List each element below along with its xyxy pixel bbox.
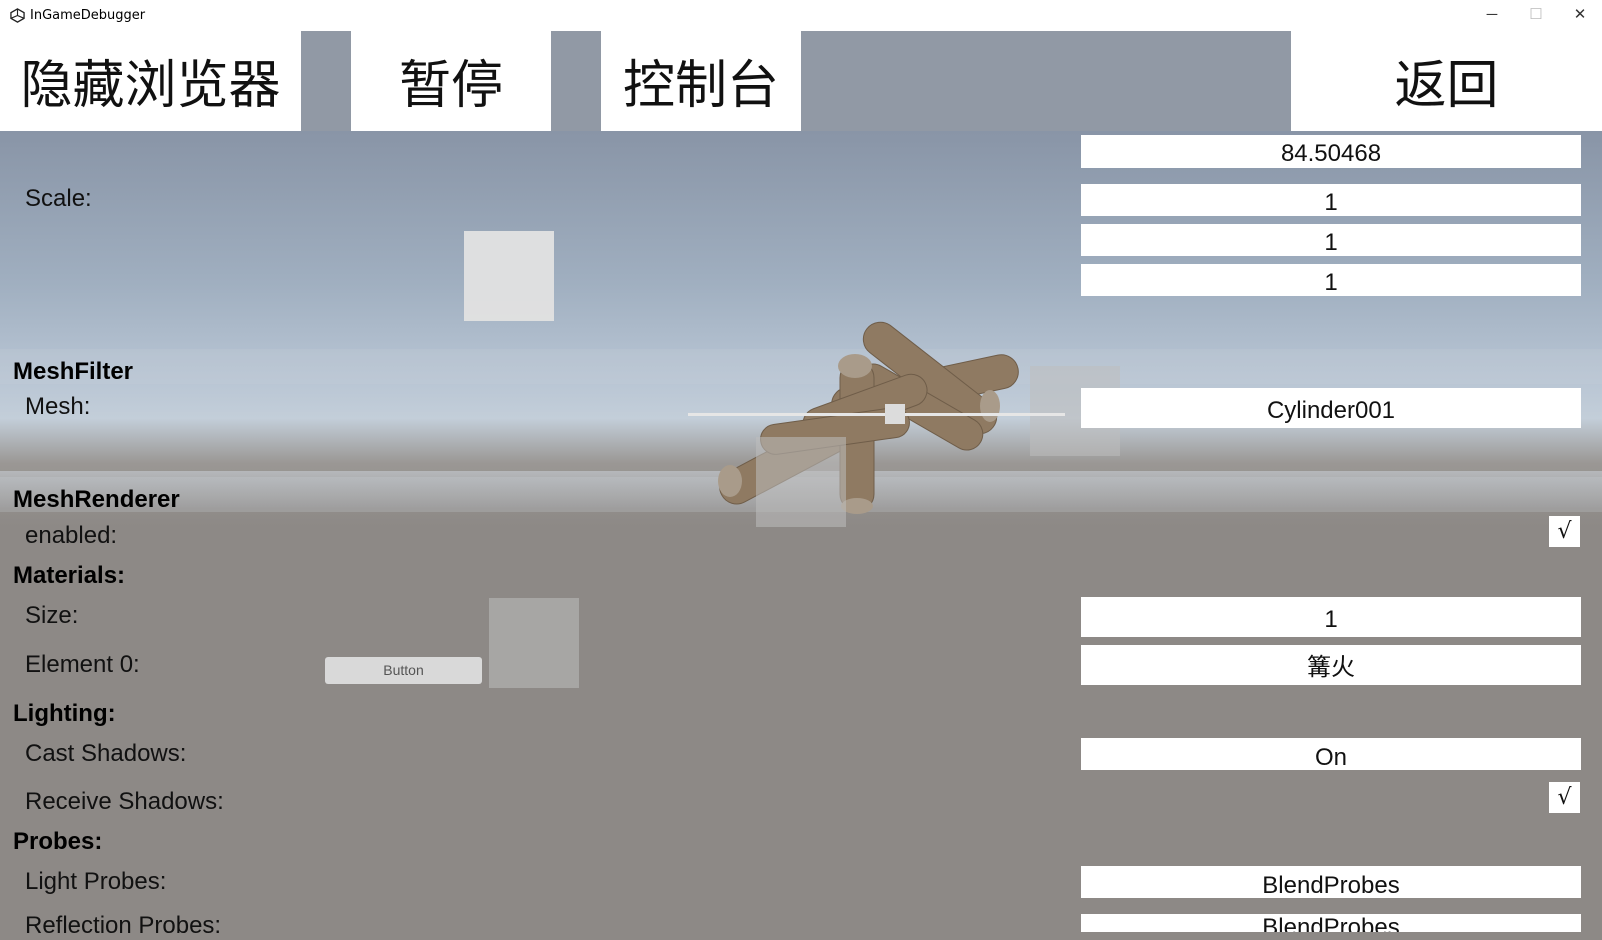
receive-shadows-label: Receive Shadows: xyxy=(25,788,224,815)
campfire-logs-model xyxy=(718,321,1019,514)
element0-label: Element 0: xyxy=(25,651,140,678)
slider-track[interactable] xyxy=(688,413,1065,416)
light-probes-field[interactable]: BlendProbes xyxy=(1081,866,1581,899)
mesh-label: Mesh: xyxy=(25,393,91,420)
back-button[interactable]: 返回 xyxy=(1291,31,1602,131)
hide-browser-button[interactable]: 隐藏浏览器 xyxy=(0,31,301,131)
element0-field[interactable]: 篝火 xyxy=(1081,645,1581,685)
pause-button[interactable]: 暂停 xyxy=(351,31,551,131)
size-label: Size: xyxy=(25,602,79,629)
lighting-header: Lighting: xyxy=(13,700,116,727)
unity-logo-icon xyxy=(10,8,25,23)
cast-shadows-field[interactable]: On xyxy=(1081,738,1581,771)
preview-square xyxy=(464,231,554,321)
reflection-probes-field[interactable]: BlendProbes xyxy=(1081,914,1581,932)
size-field[interactable]: 1 xyxy=(1081,597,1581,637)
console-button[interactable]: 控制台 xyxy=(601,31,801,131)
rotation-field[interactable]: 84.50468 xyxy=(1081,135,1581,168)
toolbar-spacer xyxy=(551,31,601,131)
slider-handle[interactable] xyxy=(885,404,905,424)
close-button[interactable]: ✕ xyxy=(1568,4,1592,26)
element0-button[interactable]: Button xyxy=(325,657,482,684)
toolbar-spacer xyxy=(301,31,351,131)
window-title-bar: InGameDebugger ─ ☐ ✕ xyxy=(0,0,1602,32)
reflection-probes-label: Reflection Probes: xyxy=(25,912,222,939)
scale-z-field[interactable]: 1 xyxy=(1081,264,1581,296)
mesh-field[interactable]: Cylinder001 xyxy=(1081,388,1581,428)
cast-shadows-label: Cast Shadows: xyxy=(25,740,187,767)
maximize-button[interactable]: ☐ xyxy=(1524,4,1548,26)
light-probes-label: Light Probes: xyxy=(25,868,167,895)
materials-header: Materials: xyxy=(13,562,126,589)
scale-y-field[interactable]: 1 xyxy=(1081,224,1581,256)
enabled-label: enabled: xyxy=(25,522,118,549)
scale-label: Scale: xyxy=(25,185,92,212)
preview-square xyxy=(489,598,579,688)
scale-x-field[interactable]: 1 xyxy=(1081,184,1581,216)
minimize-button[interactable]: ─ xyxy=(1480,4,1504,26)
window-title: InGameDebugger xyxy=(30,8,146,23)
meshfilter-header: MeshFilter xyxy=(13,358,134,385)
receive-shadows-checkbox[interactable]: √ xyxy=(1549,782,1580,813)
preview-square xyxy=(756,437,846,527)
enabled-checkbox[interactable]: √ xyxy=(1549,516,1580,547)
debugger-toolbar: 隐藏浏览器 暂停 控制台 返回 xyxy=(0,31,1602,131)
toolbar-spacer xyxy=(801,31,1291,131)
meshrenderer-header: MeshRenderer xyxy=(13,486,180,513)
probes-header: Probes: xyxy=(13,828,103,855)
